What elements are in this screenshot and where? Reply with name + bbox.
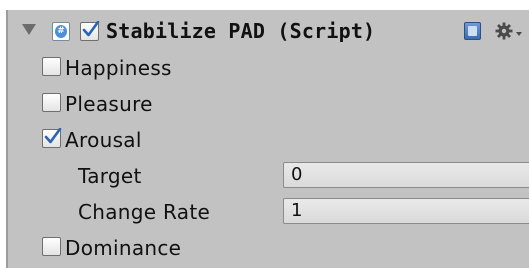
property-row-dominance[interactable]: Dominance: [8, 230, 529, 266]
pleasure-checkbox[interactable]: [42, 93, 61, 112]
property-row-happiness[interactable]: Happiness: [8, 50, 529, 86]
arousal-checkbox[interactable]: [42, 128, 62, 148]
happiness-checkbox[interactable]: [42, 57, 61, 76]
target-input[interactable]: 0: [283, 162, 529, 188]
property-row-change-rate: Change Rate 1: [8, 194, 529, 230]
component-title: Stabilize PAD (Script): [106, 19, 376, 43]
property-row-arousal[interactable]: Arousal: [8, 122, 529, 158]
arousal-label: Arousal: [65, 128, 142, 152]
help-book-icon[interactable]: [464, 22, 481, 40]
happiness-label: Happiness: [65, 56, 172, 80]
change-rate-label: Change Rate: [78, 200, 211, 224]
change-rate-input[interactable]: 1: [283, 198, 529, 224]
csharp-script-icon: #: [52, 22, 70, 41]
foldout-arrow-icon[interactable]: [22, 24, 36, 35]
property-row-pleasure[interactable]: Pleasure: [8, 86, 529, 122]
pleasure-label: Pleasure: [65, 92, 153, 116]
component-inspector: # Stabilize PAD (Script) Happiness Pleas…: [6, 10, 529, 268]
inspector-panel: # Stabilize PAD (Script) Happiness Pleas…: [0, 0, 529, 268]
target-label: Target: [78, 164, 142, 188]
dominance-checkbox[interactable]: [42, 237, 61, 256]
gear-icon[interactable]: [494, 20, 524, 42]
property-row-target: Target 0: [8, 158, 529, 194]
dominance-label: Dominance: [65, 236, 182, 260]
component-header[interactable]: # Stabilize PAD (Script): [8, 10, 529, 54]
component-enabled-checkbox[interactable]: [80, 21, 100, 41]
